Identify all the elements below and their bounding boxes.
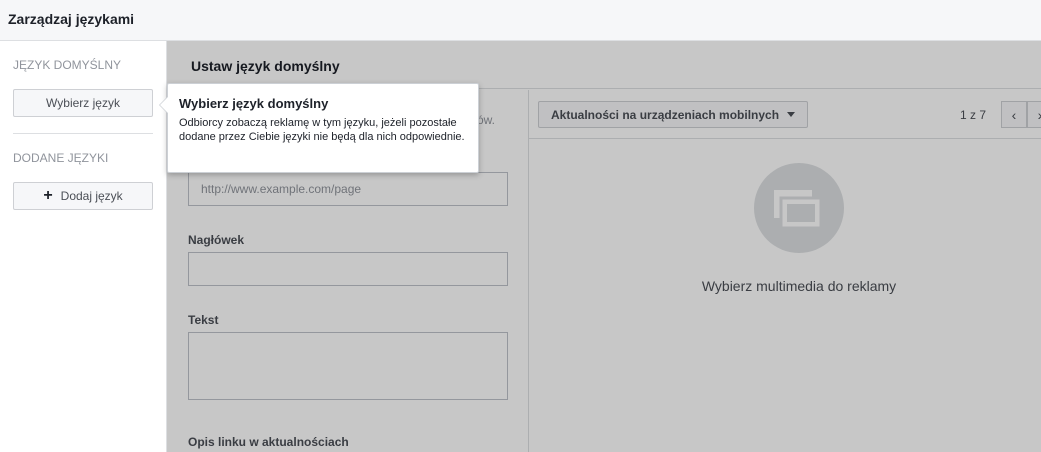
- default-language-heading: JĘZYK DOMYŚLNY: [13, 58, 122, 72]
- tooltip-arrow: [160, 97, 168, 113]
- dialog-title: Zarządzaj językami: [8, 11, 135, 27]
- tooltip-body: Odbiorcy zobaczą reklamę w tym języku, j…: [179, 117, 465, 143]
- tooltip-title: Wybierz język domyślny: [179, 96, 329, 111]
- dialog-header: Zarządzaj językami: [0, 0, 1041, 41]
- plus-icon: +: [43, 187, 53, 204]
- language-sidebar: JĘZYK DOMYŚLNY Wybierz język DODANE JĘZY…: [0, 41, 167, 452]
- default-language-tooltip: Wybierz język domyślny Odbiorcy zobaczą …: [159, 83, 479, 173]
- add-language-label: Dodaj język: [60, 189, 123, 203]
- added-languages-heading: DODANE JĘZYKI: [13, 151, 109, 165]
- add-language-button[interactable]: + Dodaj język: [13, 182, 153, 210]
- choose-language-button[interactable]: Wybierz język: [13, 89, 153, 117]
- sidebar-divider: [13, 133, 153, 134]
